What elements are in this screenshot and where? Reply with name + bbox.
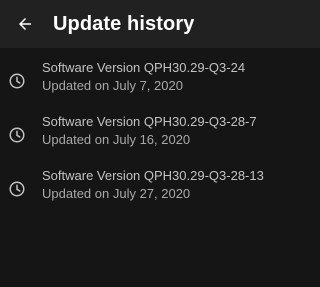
page-title: Update history [53,13,195,35]
version-title: Software Version QPH30.29-Q3-24 [42,60,246,75]
update-date: Updated on July 27, 2020 [42,186,191,201]
back-button[interactable] [12,11,38,37]
update-date: Updated on July 16, 2020 [42,132,191,147]
update-date: Updated on July 7, 2020 [42,78,183,93]
clock-icon [8,126,26,144]
app-bar: Update history [0,0,320,48]
list-item[interactable]: Software Version QPH30.29-Q3-28-13 Updat… [0,164,320,212]
update-history-list: Software Version QPH30.29-Q3-24 Updated … [0,48,320,212]
arrow-back-icon [19,18,31,30]
list-item[interactable]: Software Version QPH30.29-Q3-28-7 Update… [0,110,320,158]
clock-icon [8,180,26,198]
list-item[interactable]: Software Version QPH30.29-Q3-24 Updated … [0,56,320,104]
clock-icon [8,72,26,90]
version-title: Software Version QPH30.29-Q3-28-13 [42,168,264,183]
version-title: Software Version QPH30.29-Q3-28-7 [42,114,257,129]
